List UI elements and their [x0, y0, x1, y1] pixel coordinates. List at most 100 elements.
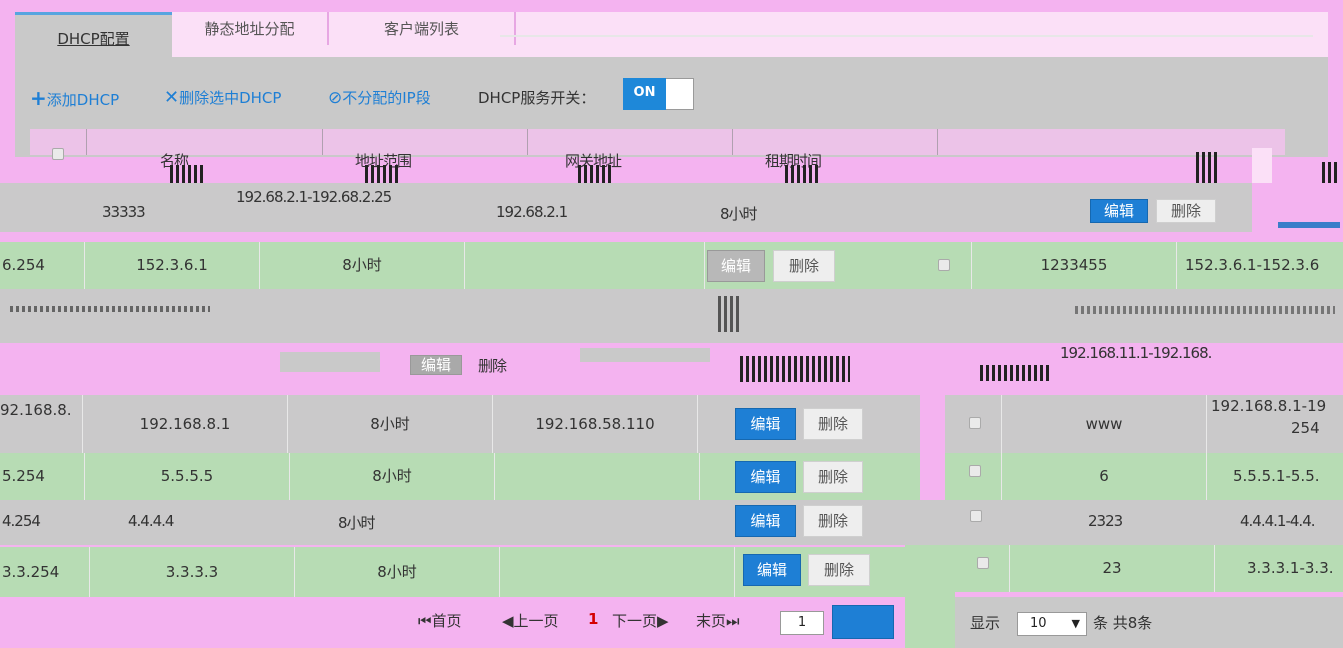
row-range-tail: 6.254: [0, 242, 85, 289]
header-cell: [87, 129, 323, 155]
row-checkbox-cell: [955, 545, 1010, 592]
table-row: [0, 500, 1343, 545]
glitch-artifact: [785, 165, 821, 185]
first-page-link[interactable]: ⏮首页: [418, 610, 462, 631]
select-all-checkbox[interactable]: [52, 148, 64, 160]
tab-dhcp-config[interactable]: DHCP配置: [15, 12, 172, 57]
unassigned-range-button[interactable]: ⊘不分配的IP段: [328, 86, 431, 110]
table-row: [0, 289, 1343, 343]
next-page-label: 下一页: [612, 612, 658, 630]
glitch-artifact: [365, 165, 401, 185]
add-dhcp-label: 添加DHCP: [46, 91, 120, 109]
delete-button[interactable]: 删除: [1156, 199, 1216, 223]
row-checkbox[interactable]: [969, 465, 981, 477]
glitch-artifact: [718, 296, 742, 332]
row-gateway: 3.3.3.3: [90, 547, 295, 597]
row-checkbox[interactable]: [970, 510, 982, 522]
row-dns: [500, 547, 735, 597]
row-checkbox-cell: [920, 242, 972, 289]
glitch-artifact: [1075, 306, 1335, 314]
edit-button[interactable]: 编辑: [743, 554, 801, 586]
glitch-artifact: [1252, 148, 1272, 186]
glitch-artifact: [905, 545, 955, 648]
row-name: 33333: [102, 203, 146, 221]
row-gateway: 192.68.2.1: [496, 203, 568, 221]
last-page-link[interactable]: 末页⏭: [696, 610, 740, 631]
row-range: 3.3.3.1-3.3.: [1247, 559, 1334, 577]
glitch-artifact: [980, 365, 1050, 381]
prev-page-link[interactable]: ◀上一页: [502, 610, 559, 631]
row-dns: [495, 453, 700, 500]
header-cell: [938, 129, 1285, 155]
service-switch-label: DHCP服务开关：: [478, 89, 596, 107]
last-page-label: 末页: [696, 612, 727, 630]
plus-icon: +: [30, 86, 47, 110]
first-page-icon: ⏮: [418, 612, 432, 630]
glitch-artifact: [1278, 222, 1340, 228]
glitch-artifact: [280, 352, 380, 372]
tab-label: 静态地址分配: [204, 20, 295, 38]
glitch-artifact: [740, 356, 850, 382]
go-button[interactable]: [832, 605, 894, 639]
row-range: 192.168.8.1-19 254: [1207, 395, 1343, 453]
table-row: www 192.168.8.1-19 254: [945, 395, 1343, 453]
table-row: 23 3.3.3.1-3.3.: [955, 545, 1343, 592]
last-page-icon: ⏭: [726, 612, 740, 630]
show-label: 显示: [970, 614, 1001, 632]
delete-button[interactable]: 删除: [803, 408, 863, 440]
edit-button[interactable]: 编辑: [410, 355, 462, 375]
row-range-tail: 92.168.8.: [0, 395, 83, 453]
page-number-input[interactable]: 1: [780, 611, 824, 635]
delete-selected-label: 删除选中DHCP: [179, 89, 282, 107]
row-lease: 8小时: [260, 242, 465, 289]
row-name: 6: [1002, 453, 1207, 500]
edit-button[interactable]: 编辑: [735, 505, 796, 537]
delete-button[interactable]: 删除: [808, 554, 870, 586]
row-checkbox[interactable]: [969, 417, 981, 429]
first-page-label: 首页: [431, 612, 462, 630]
tab-label: 客户端列表: [383, 20, 459, 38]
row-range-line2: 254: [1291, 419, 1320, 437]
glitch-artifact: [1322, 162, 1340, 184]
tab-client-list[interactable]: 客户端列表: [329, 12, 514, 57]
row-lease: 8小时: [295, 547, 500, 597]
prev-page-label: 上一页: [513, 612, 559, 630]
header-cell: [733, 129, 938, 155]
edit-button[interactable]: 编辑: [735, 408, 796, 440]
edit-button[interactable]: 编辑: [1090, 199, 1148, 223]
row-range: 152.3.6.1-152.3.6: [1185, 256, 1320, 274]
row-range-tail: 5.254: [0, 453, 85, 500]
row-lease: 8小时: [338, 514, 376, 532]
delete-selected-button[interactable]: ✕删除选中DHCP: [164, 86, 281, 110]
row-dns: [465, 242, 705, 289]
tab-static-address[interactable]: 静态地址分配: [172, 12, 327, 57]
row-checkbox[interactable]: [977, 557, 989, 569]
total-count: 条 共8条: [1093, 614, 1153, 632]
delete-button[interactable]: 删除: [803, 505, 863, 537]
row-dns: 192.168.58.110: [493, 395, 698, 453]
add-dhcp-button[interactable]: +添加DHCP: [30, 86, 119, 110]
glitch-artifact: [1196, 152, 1220, 184]
prohibit-icon: ⊘: [328, 88, 343, 108]
row-checkbox-cell: [945, 395, 1002, 453]
per-page-select[interactable]: 10 ▼: [1017, 612, 1087, 636]
row-range: 192.168.11.1-192.168.: [1060, 344, 1212, 362]
next-page-link[interactable]: 下一页▶: [612, 610, 669, 631]
unassigned-label: 不分配的IP段: [342, 89, 431, 107]
row-range-tail: 3.3.254: [0, 547, 90, 597]
edit-button[interactable]: 编辑: [735, 461, 796, 493]
glitch-artifact: [170, 165, 206, 185]
table-row: 1233455 152.3.6.1-152.3.6: [920, 242, 1343, 289]
edit-button[interactable]: 编辑: [707, 250, 765, 282]
row-gateway: 152.3.6.1: [85, 242, 260, 289]
row-checkbox-cell: [945, 453, 1002, 500]
tab-underline: [500, 35, 1313, 37]
glitch-artifact: [10, 306, 210, 312]
row-checkbox[interactable]: [938, 259, 950, 271]
table-header: [30, 129, 1285, 155]
delete-button[interactable]: 删除: [803, 461, 863, 493]
row-range-tail: 4.254: [2, 512, 41, 530]
delete-button[interactable]: 删除: [773, 250, 835, 282]
close-icon: ✕: [164, 87, 180, 108]
delete-button[interactable]: 删除: [478, 355, 507, 376]
